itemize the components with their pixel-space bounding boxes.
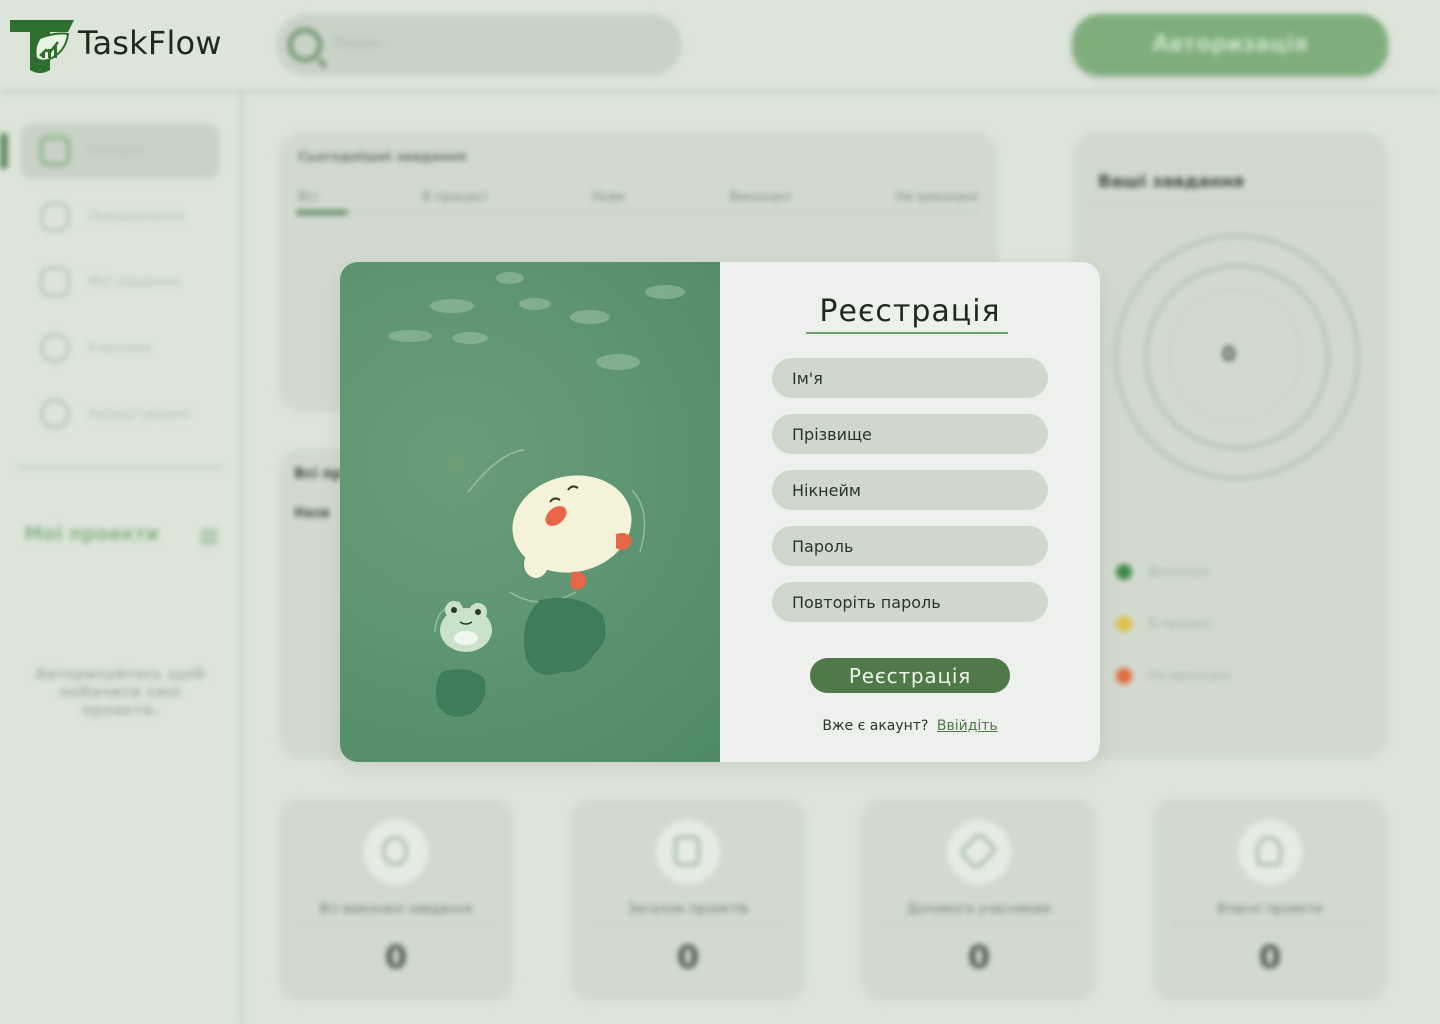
tab-all[interactable]: Всі [298,190,318,205]
legend-in-progress: В процесі [1116,616,1213,632]
gear-icon [40,399,70,429]
search-icon [288,28,322,62]
stat-label: Загалом проектів [627,902,749,917]
taskflow-logo-icon [10,20,74,73]
illustration-art [388,272,685,717]
tab-not-done[interactable]: Не виконані [896,190,978,205]
add-project-icon[interactable] [200,528,218,546]
legend-dot [1116,564,1132,580]
stat-value: 0 [676,938,700,976]
title-underline [806,332,1008,334]
stat-label: Всі виконані завдання [319,902,473,917]
tabs-underline [298,212,978,214]
registration-form: Реєстрація Реєстрація Вже є акаунт? Ввій… [720,262,1100,762]
sidebar-item-home[interactable]: Головна [20,123,220,179]
legend-dot [1116,668,1132,684]
search-placeholder: Пошук... [334,36,392,51]
login-prompt: Вже є акаунт? Ввійдіть [720,718,1100,734]
users-icon [40,333,70,363]
sidebar-item-label: Мої завдання [88,274,180,290]
password-field[interactable] [772,526,1048,566]
help-icon [947,820,1011,884]
sidebar-item-label: Налаштування [88,406,190,422]
tab-done[interactable]: Виконані [729,190,791,205]
clipboard-icon [656,820,720,884]
have-account-text: Вже є акаунт? [822,718,929,734]
today-tasks-tabs: Всі В процесі Нове Виконані Не виконані [298,190,978,205]
stat-value: 0 [1258,938,1282,976]
stat-divider [1172,924,1368,926]
sidebar-divider [18,465,222,468]
legend-dot [1116,616,1132,632]
my-projects-heading: Мої проекти [24,523,159,545]
password-repeat-field[interactable] [772,582,1048,622]
tab-new[interactable]: Нове [592,190,625,205]
registration-modal: Реєстрація Реєстрація Вже є акаунт? Ввій… [340,262,1100,762]
sidebar-item-label: Повідомлення [88,209,185,225]
award-icon [364,820,428,884]
search-bar[interactable]: Пошук... [276,14,682,76]
stat-card-done-tasks: Всі виконані завдання 0 [278,798,514,1002]
surname-field[interactable] [772,414,1048,454]
sidebar-auth-hint: Авторизуйтесь щоб побачити свої проекти. [34,665,206,719]
registration-title: Реєстрація [819,294,1001,329]
your-tasks-card: Ваші завдання 0 Виконані В процесі Не ви… [1072,132,1388,760]
your-tasks-divider [1088,204,1376,206]
stat-divider [298,924,494,926]
legend-done: Виконані [1116,564,1210,580]
legend-not-done: Не виконані [1116,668,1230,684]
stat-card-total-projects: Загалом проектів 0 [570,798,806,1002]
tab-in-progress[interactable]: В процесі [422,190,487,205]
name-field[interactable] [772,358,1048,398]
stat-label: Допомога учасникам [906,902,1052,917]
all-projects-column: Назв [294,506,330,521]
your-tasks-title: Ваші завдання [1098,172,1244,192]
nickname-field[interactable] [772,470,1048,510]
stat-divider [881,924,1077,926]
stat-divider [590,924,786,926]
legend-label: Виконані [1148,564,1210,580]
sidebar-item-settings[interactable]: Налаштування [20,386,220,442]
today-tasks-title: Сьогоднішні завдання [298,150,467,165]
duck-frog-illustration [340,262,720,762]
sidebar-item-messages[interactable]: Повідомлення [20,189,220,245]
sidebar-item-label: Головна [88,143,145,159]
sidebar-active-indicator [0,133,8,169]
sidebar-item-members[interactable]: Учасники [20,320,220,376]
login-link[interactable]: Ввійдіть [937,718,998,734]
app-name: TaskFlow [78,24,222,62]
stat-card-help: Допомога учасникам 0 [861,798,1097,1002]
grid-icon [40,136,70,166]
tasks-count: 0 [1222,342,1236,366]
tab-active-indicator [296,210,348,215]
stat-card-own-projects: Власні проекти 0 [1152,798,1388,1002]
all-projects-title: Всі пр [294,466,343,482]
sidebar-item-label: Учасники [88,340,152,356]
stat-label: Власні проекти [1217,902,1323,917]
tasks-icon [40,267,70,297]
auth-button[interactable]: Авторизація [1072,14,1388,76]
register-button[interactable]: Реєстрація [810,658,1010,693]
legend-label: В процесі [1148,616,1214,632]
sidebar-item-my-tasks[interactable]: Мої завдання [20,254,220,310]
user-star-icon [1238,820,1302,884]
legend-label: Не виконані [1148,668,1231,684]
stat-value: 0 [967,938,991,976]
chat-icon [40,202,70,232]
sidebar: Головна Повідомлення Мої завдання Учасни… [0,93,243,1024]
stat-value: 0 [384,938,408,976]
